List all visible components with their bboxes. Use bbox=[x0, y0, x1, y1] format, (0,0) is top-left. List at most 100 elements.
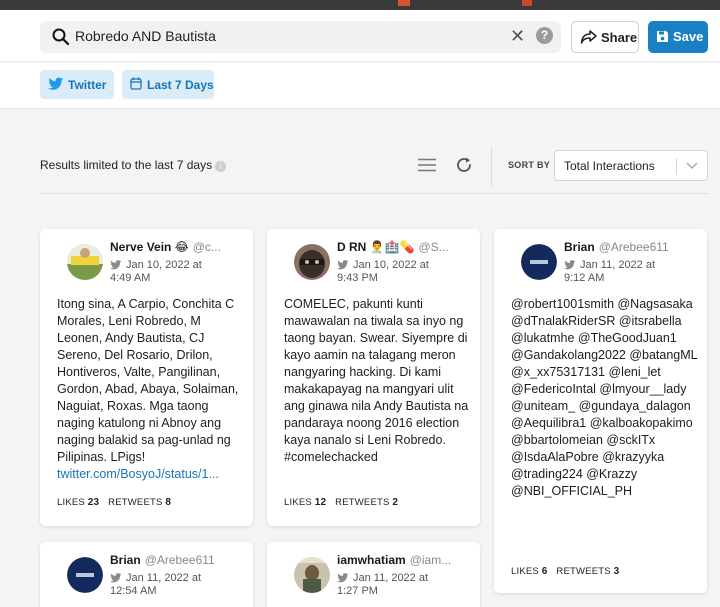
date-range-label: Last 7 Days bbox=[147, 78, 214, 92]
select-divider bbox=[676, 158, 677, 175]
twitter-bird-icon bbox=[110, 260, 122, 270]
twitter-bird-icon bbox=[337, 260, 349, 270]
post-stats: LIKES 12 RETWEETS 2 bbox=[284, 497, 404, 508]
post-author[interactable]: Brian @Arebee611 bbox=[110, 553, 215, 567]
avatar-image bbox=[521, 244, 557, 280]
search-input[interactable]: Robredo AND Bautista bbox=[75, 28, 216, 44]
avatar[interactable] bbox=[67, 244, 103, 280]
top-bar: Robredo AND Bautista ✕ ? Share Save bbox=[0, 10, 720, 62]
retweets-count: 3 bbox=[613, 566, 620, 577]
post-time: 12:54 AM bbox=[110, 585, 157, 597]
post-text: @robert1001smith @Nagsasaka @dTnalakRide… bbox=[511, 296, 701, 500]
avatar[interactable] bbox=[67, 557, 103, 593]
post-time: 9:12 AM bbox=[564, 272, 605, 284]
save-label: Save bbox=[673, 29, 704, 44]
author-name: Nerve Vein 😂 bbox=[110, 240, 189, 254]
avatar[interactable] bbox=[521, 244, 557, 280]
results-limit-text: Results limited to the last 7 days bbox=[40, 158, 213, 172]
author-handle: @c... bbox=[192, 240, 221, 254]
post-time: 4:49 AM bbox=[110, 272, 151, 284]
avatar-image bbox=[294, 244, 330, 280]
save-icon bbox=[657, 31, 668, 42]
author-handle: @S... bbox=[418, 240, 449, 254]
twitter-filter-chip[interactable]: Twitter bbox=[40, 70, 114, 99]
post-text-content: @robert1001smith @Nagsasaka @dTnalakRide… bbox=[511, 297, 698, 498]
likes-count: 12 bbox=[314, 497, 327, 508]
avatar[interactable] bbox=[294, 557, 330, 593]
post-text: Itong sina, A Carpio, Conchita C Morales… bbox=[57, 296, 247, 483]
post-text-content: COMELEC, pakunti kunti mawawalan na tiwa… bbox=[284, 297, 469, 464]
author-handle: @Arebee611 bbox=[598, 240, 669, 254]
post-card[interactable]: D RN 👨‍⚕️🏥💊 @S... Jan 10, 2022 at 9:43 PM … bbox=[267, 229, 480, 526]
filter-bar: Twitter Last 7 Days bbox=[0, 63, 720, 109]
author-name: Brian bbox=[110, 553, 141, 567]
post-author[interactable]: Nerve Vein 😂 @c... bbox=[110, 240, 221, 254]
retweets-count: 8 bbox=[165, 497, 172, 508]
post-date: Jan 10, 2022 at bbox=[353, 259, 429, 271]
post-card[interactable]: Nerve Vein 😂 @c... Jan 10, 2022 at 4:49 AM… bbox=[40, 229, 253, 526]
post-link[interactable]: twitter.com/BosyoJ/status/1... bbox=[57, 467, 219, 481]
avatar-image bbox=[67, 244, 103, 280]
avatar[interactable] bbox=[294, 244, 330, 280]
avatar-image bbox=[67, 557, 103, 593]
toolbar-divider bbox=[491, 146, 492, 186]
clear-icon[interactable]: ✕ bbox=[510, 27, 525, 45]
twitter-bird-icon bbox=[48, 77, 64, 90]
browser-tab-fragment bbox=[522, 0, 532, 6]
list-view-icon[interactable] bbox=[418, 158, 436, 172]
retweets-label: RETWEETS bbox=[335, 497, 390, 508]
likes-count: 6 bbox=[541, 566, 548, 577]
sort-select[interactable]: Total Interactions bbox=[554, 150, 708, 181]
sort-value: Total Interactions bbox=[564, 159, 655, 173]
section-divider bbox=[40, 193, 708, 194]
search-bar[interactable]: Robredo AND Bautista ✕ ? bbox=[40, 21, 561, 53]
results-limit-note: Results limited to the last 7 days i bbox=[40, 158, 227, 172]
retweets-count: 2 bbox=[392, 497, 399, 508]
post-author[interactable]: Brian @Arebee611 bbox=[564, 240, 669, 254]
post-author[interactable]: D RN 👨‍⚕️🏥💊 @S... bbox=[337, 240, 449, 254]
post-timestamp[interactable]: Jan 10, 2022 at 4:49 AM bbox=[110, 259, 202, 285]
post-timestamp[interactable]: Jan 11, 2022 at 9:12 AM bbox=[564, 259, 655, 285]
likes-count: 23 bbox=[87, 497, 100, 508]
post-stats: LIKES 23 RETWEETS 8 bbox=[57, 497, 177, 508]
author-name: Brian bbox=[564, 240, 595, 254]
twitter-bird-icon bbox=[337, 573, 349, 583]
chevron-down-icon bbox=[686, 162, 698, 170]
browser-top-strip bbox=[0, 0, 720, 10]
avatar-image bbox=[294, 557, 330, 593]
author-name: D RN 👨‍⚕️🏥💊 bbox=[337, 240, 415, 254]
post-card[interactable]: Brian @Arebee611 Jan 11, 2022 at 9:12 AM @… bbox=[494, 229, 707, 593]
post-time: 1:27 PM bbox=[337, 585, 378, 597]
post-date: Jan 11, 2022 at bbox=[126, 572, 202, 584]
post-time: 9:43 PM bbox=[337, 272, 378, 284]
post-card[interactable]: iamwhatiam @iam... Jan 11, 2022 at 1:27 PM bbox=[267, 542, 480, 607]
post-author[interactable]: iamwhatiam @iam... bbox=[337, 553, 451, 567]
post-timestamp[interactable]: Jan 11, 2022 at 12:54 AM bbox=[110, 572, 201, 598]
author-name: iamwhatiam bbox=[337, 553, 406, 567]
save-button[interactable]: Save bbox=[648, 21, 708, 53]
post-timestamp[interactable]: Jan 10, 2022 at 9:43 PM bbox=[337, 259, 429, 285]
share-icon bbox=[580, 30, 597, 44]
post-text: COMELEC, pakunti kunti mawawalan na tiwa… bbox=[284, 296, 474, 466]
post-timestamp[interactable]: Jan 11, 2022 at 1:27 PM bbox=[337, 572, 428, 598]
info-icon[interactable]: i bbox=[215, 161, 227, 172]
sort-by-label: SORT BY bbox=[508, 160, 551, 170]
help-icon[interactable]: ? bbox=[536, 27, 553, 44]
post-card[interactable]: Brian @Arebee611 Jan 11, 2022 at 12:54 AM bbox=[40, 542, 253, 607]
refresh-icon[interactable] bbox=[455, 156, 473, 174]
retweets-label: RETWEETS bbox=[108, 497, 163, 508]
author-handle: @Arebee611 bbox=[144, 553, 215, 567]
post-date: Jan 11, 2022 at bbox=[580, 259, 656, 271]
share-button[interactable]: Share bbox=[571, 21, 639, 53]
twitter-bird-icon bbox=[564, 260, 576, 270]
date-range-chip[interactable]: Last 7 Days bbox=[122, 70, 214, 99]
author-handle: @iam... bbox=[409, 553, 452, 567]
post-date: Jan 11, 2022 at bbox=[353, 572, 429, 584]
post-text-content: Itong sina, A Carpio, Conchita C Morales… bbox=[57, 297, 239, 464]
likes-label: LIKES bbox=[57, 497, 85, 508]
post-date: Jan 10, 2022 at bbox=[126, 259, 202, 271]
twitter-filter-label: Twitter bbox=[68, 78, 107, 92]
browser-tab-fragment bbox=[398, 0, 410, 6]
search-icon bbox=[52, 28, 69, 45]
retweets-label: RETWEETS bbox=[556, 566, 611, 577]
